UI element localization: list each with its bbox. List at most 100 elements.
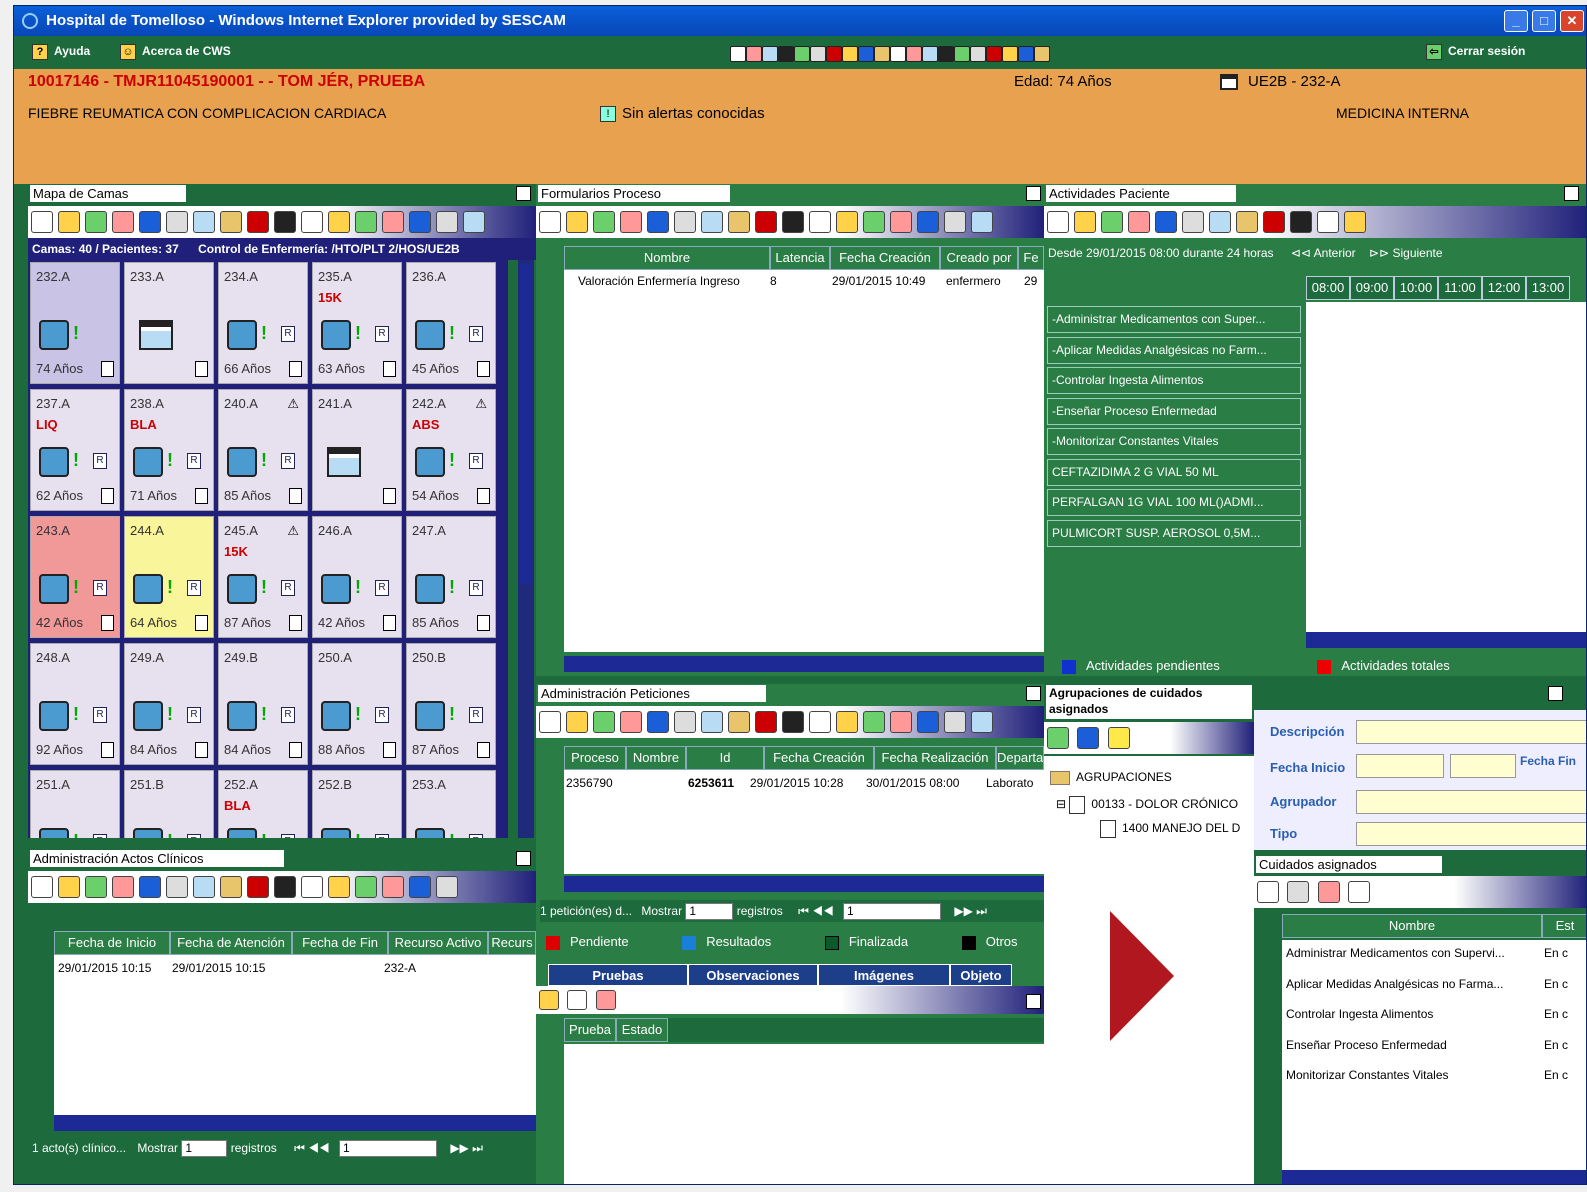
quick-tool-15-icon[interactable] xyxy=(954,46,970,62)
request-row-process[interactable]: 2356790 xyxy=(566,776,613,790)
bedmap-tool-3-icon[interactable] xyxy=(85,211,107,233)
requests-tool-5-icon[interactable] xyxy=(647,711,669,733)
logout-button[interactable]: ⇦ Cerrar sesión xyxy=(1426,44,1525,60)
care-row-name[interactable]: Controlar Ingesta Alimentos xyxy=(1286,1007,1433,1021)
clinical-tool-8-icon[interactable] xyxy=(220,876,242,898)
bed-cell[interactable]: 241.A xyxy=(312,389,402,511)
quick-tool-3-icon[interactable] xyxy=(762,46,778,62)
requests-tool-14-icon[interactable] xyxy=(890,711,912,733)
bed-checkbox[interactable] xyxy=(383,742,396,758)
forms-tool-8-icon[interactable] xyxy=(728,211,750,233)
activities-hscroll[interactable] xyxy=(1306,632,1586,648)
clinical-tool-13-icon[interactable] xyxy=(355,876,377,898)
bed-cell[interactable]: 244.A! R 64 Años xyxy=(124,516,214,638)
activity-item[interactable]: -Monitorizar Constantes Vitales xyxy=(1047,428,1301,455)
clinical-tool-6-icon[interactable] xyxy=(166,876,188,898)
quick-tool-7-icon[interactable] xyxy=(826,46,842,62)
bedmap-tool-9-icon[interactable] xyxy=(247,211,269,233)
about-menu[interactable]: ☺ Acerca de CWS xyxy=(120,44,231,60)
maximize-button[interactable]: □ xyxy=(1532,10,1556,32)
clinical-tool-11-icon[interactable] xyxy=(301,876,323,898)
requests-col-0[interactable]: Proceso xyxy=(564,746,626,770)
clinical-tool-10-icon[interactable] xyxy=(274,876,296,898)
bedmap-tool-11-icon[interactable] xyxy=(301,211,323,233)
quick-tool-10-icon[interactable] xyxy=(874,46,890,62)
bed-checkbox[interactable] xyxy=(101,488,114,504)
requests-col-3[interactable]: Fecha Creación xyxy=(764,746,874,770)
clinical-next-last[interactable]: ▶▶ ⏭ xyxy=(450,1141,483,1155)
quick-tool-19-icon[interactable] xyxy=(1018,46,1034,62)
desc-input[interactable] xyxy=(1356,720,1586,744)
quick-tool-8-icon[interactable] xyxy=(842,46,858,62)
bed-cell[interactable]: 251.B! R xyxy=(124,770,214,838)
forms-tool-2-icon[interactable] xyxy=(566,211,588,233)
clinical-tool-15-icon[interactable] xyxy=(409,876,431,898)
bed-checkbox[interactable] xyxy=(383,488,396,504)
activities-tool-6-icon[interactable] xyxy=(1182,211,1204,233)
requests-next-last[interactable]: ▶▶ ⏭ xyxy=(954,904,987,918)
bed-checkbox[interactable] xyxy=(195,361,208,377)
bed-cell[interactable]: 235.A 15K! R 63 Años xyxy=(312,262,402,384)
forms-col-3[interactable]: Creado por xyxy=(940,246,1018,270)
tests-maximize[interactable] xyxy=(1026,994,1041,1009)
bed-cell[interactable]: 253.A! R xyxy=(406,770,496,838)
type-input[interactable] xyxy=(1356,822,1586,846)
forms-hscroll[interactable] xyxy=(564,656,1044,672)
quick-tool-20-icon[interactable] xyxy=(1034,46,1050,62)
bedmap-tool-8-icon[interactable] xyxy=(220,211,242,233)
activity-item[interactable]: CEFTAZIDIMA 2 G VIAL 50 ML xyxy=(1047,458,1301,486)
bed-cell[interactable]: 242.A ABS ⚠! R 54 Años xyxy=(406,389,496,511)
requests-page-select[interactable]: 1 xyxy=(843,903,941,921)
activities-maximize[interactable] xyxy=(1564,186,1579,201)
clinical-tool-5-icon[interactable] xyxy=(139,876,161,898)
tree-root[interactable]: AGRUPACIONES xyxy=(1050,770,1172,785)
quick-tool-18-icon[interactable] xyxy=(1002,46,1018,62)
bed-map-maximize[interactable] xyxy=(516,186,531,201)
requests-tool-11-icon[interactable] xyxy=(809,711,831,733)
forms-tool-17-icon[interactable] xyxy=(971,211,993,233)
groupings-add-icon[interactable] xyxy=(1047,727,1069,749)
clinical-tool-9-icon[interactable] xyxy=(247,876,269,898)
cares-delete-icon[interactable] xyxy=(1317,881,1340,903)
quick-tool-14-icon[interactable] xyxy=(938,46,954,62)
bed-cell[interactable]: 247.A! R 85 Años xyxy=(406,516,496,638)
requests-col-1[interactable]: Nombre xyxy=(626,746,686,770)
request-tab-0[interactable]: Pruebas xyxy=(548,964,688,986)
activities-tool-8-icon[interactable] xyxy=(1236,211,1258,233)
activity-item[interactable]: -Administrar Medicamentos con Super... xyxy=(1047,306,1301,333)
clinical-col-1[interactable]: Fecha de Atención xyxy=(170,931,292,955)
cares-grid-icon[interactable] xyxy=(1348,881,1371,903)
activities-tool-4-icon[interactable] xyxy=(1128,211,1150,233)
care-row-name[interactable]: Enseñar Proceso Enfermedad xyxy=(1286,1038,1447,1052)
forms-tool-13-icon[interactable] xyxy=(863,211,885,233)
forms-tool-4-icon[interactable] xyxy=(620,211,642,233)
clinical-tool-16-icon[interactable] xyxy=(436,876,458,898)
request-tab-2[interactable]: Imágenes xyxy=(818,964,950,986)
bed-checkbox[interactable] xyxy=(289,615,302,631)
bed-checkbox[interactable] xyxy=(101,742,114,758)
tree-node-1[interactable]: ⊟ 00133 - DOLOR CRÓNICO xyxy=(1056,796,1238,814)
tests-tool-1-icon[interactable] xyxy=(539,990,559,1010)
clinical-tool-2-icon[interactable] xyxy=(58,876,80,898)
quick-tool-2-icon[interactable] xyxy=(746,46,762,62)
quick-tool-6-icon[interactable] xyxy=(810,46,826,62)
bed-cell[interactable]: 233.A xyxy=(124,262,214,384)
bedmap-tool-17-icon[interactable] xyxy=(463,211,485,233)
forms-tool-6-icon[interactable] xyxy=(674,211,696,233)
cares-new-icon[interactable] xyxy=(1257,881,1279,903)
requests-tool-9-icon[interactable] xyxy=(755,711,777,733)
activities-tool-12-icon[interactable] xyxy=(1344,211,1366,233)
quick-tool-9-icon[interactable] xyxy=(858,46,874,62)
activities-prev[interactable]: ⊲⊲ Anterior xyxy=(1291,246,1356,260)
activities-tool-10-icon[interactable] xyxy=(1290,211,1312,233)
forms-tool-7-icon[interactable] xyxy=(701,211,723,233)
bedmap-tool-6-icon[interactable] xyxy=(166,211,188,233)
bedmap-tool-4-icon[interactable] xyxy=(112,211,134,233)
clinical-tool-14-icon[interactable] xyxy=(382,876,404,898)
bed-cell[interactable]: 249.A! R 84 Años xyxy=(124,643,214,765)
clinical-row-attn[interactable]: 29/01/2015 10:15 xyxy=(172,961,265,975)
activity-item[interactable]: -Enseñar Proceso Enfermedad xyxy=(1047,397,1301,425)
bed-cell[interactable]: 237.A LIQ! R 62 Años xyxy=(30,389,120,511)
bedmap-tool-13-icon[interactable] xyxy=(355,211,377,233)
groupings-tag-icon[interactable] xyxy=(1077,727,1100,749)
